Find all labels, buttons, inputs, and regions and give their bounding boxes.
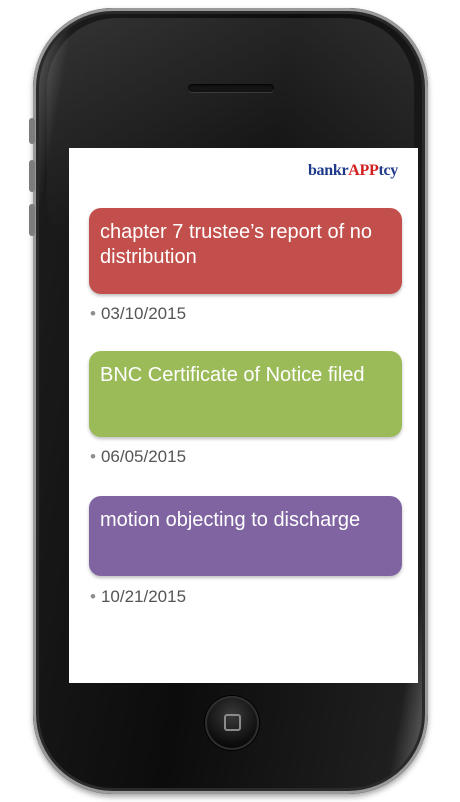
event-date-item: • 06/05/2015	[90, 447, 186, 467]
event-date: 03/10/2015	[100, 304, 187, 323]
event-title: chapter 7 trustee’s report of no distrib…	[100, 221, 373, 268]
bullet-icon: •	[90, 304, 96, 323]
app-screen: bankrAPPtcy chapter 7 trustee’s report o…	[69, 148, 418, 683]
event-date: 06/05/2015	[100, 447, 187, 466]
event-card-motion-objecting[interactable]: motion objecting to discharge	[89, 496, 402, 576]
event-date-item: • 10/21/2015	[90, 587, 186, 607]
home-button-icon	[224, 714, 241, 731]
speaker-icon	[188, 84, 274, 92]
bullet-icon: •	[90, 587, 96, 606]
event-date: 10/21/2015	[100, 587, 187, 606]
home-button[interactable]	[205, 696, 259, 750]
app-logo: bankrAPPtcy	[308, 162, 398, 180]
event-card-bnc-certificate[interactable]: BNC Certificate of Notice filed	[89, 351, 402, 437]
volume-up-button	[29, 160, 35, 192]
event-title: motion objecting to discharge	[100, 509, 361, 531]
volume-down-button	[29, 204, 35, 236]
logo-part-tcy: tcy	[378, 162, 398, 179]
mute-switch	[29, 118, 35, 144]
event-card-trustee-report[interactable]: chapter 7 trustee’s report of no distrib…	[89, 208, 402, 294]
logo-part-app: APP	[348, 162, 379, 179]
event-date-item: • 03/10/2015	[90, 304, 186, 324]
event-title: BNC Certificate of Notice filed	[100, 364, 365, 386]
bullet-icon: •	[90, 447, 96, 466]
logo-part-bankr: bankr	[307, 162, 349, 179]
